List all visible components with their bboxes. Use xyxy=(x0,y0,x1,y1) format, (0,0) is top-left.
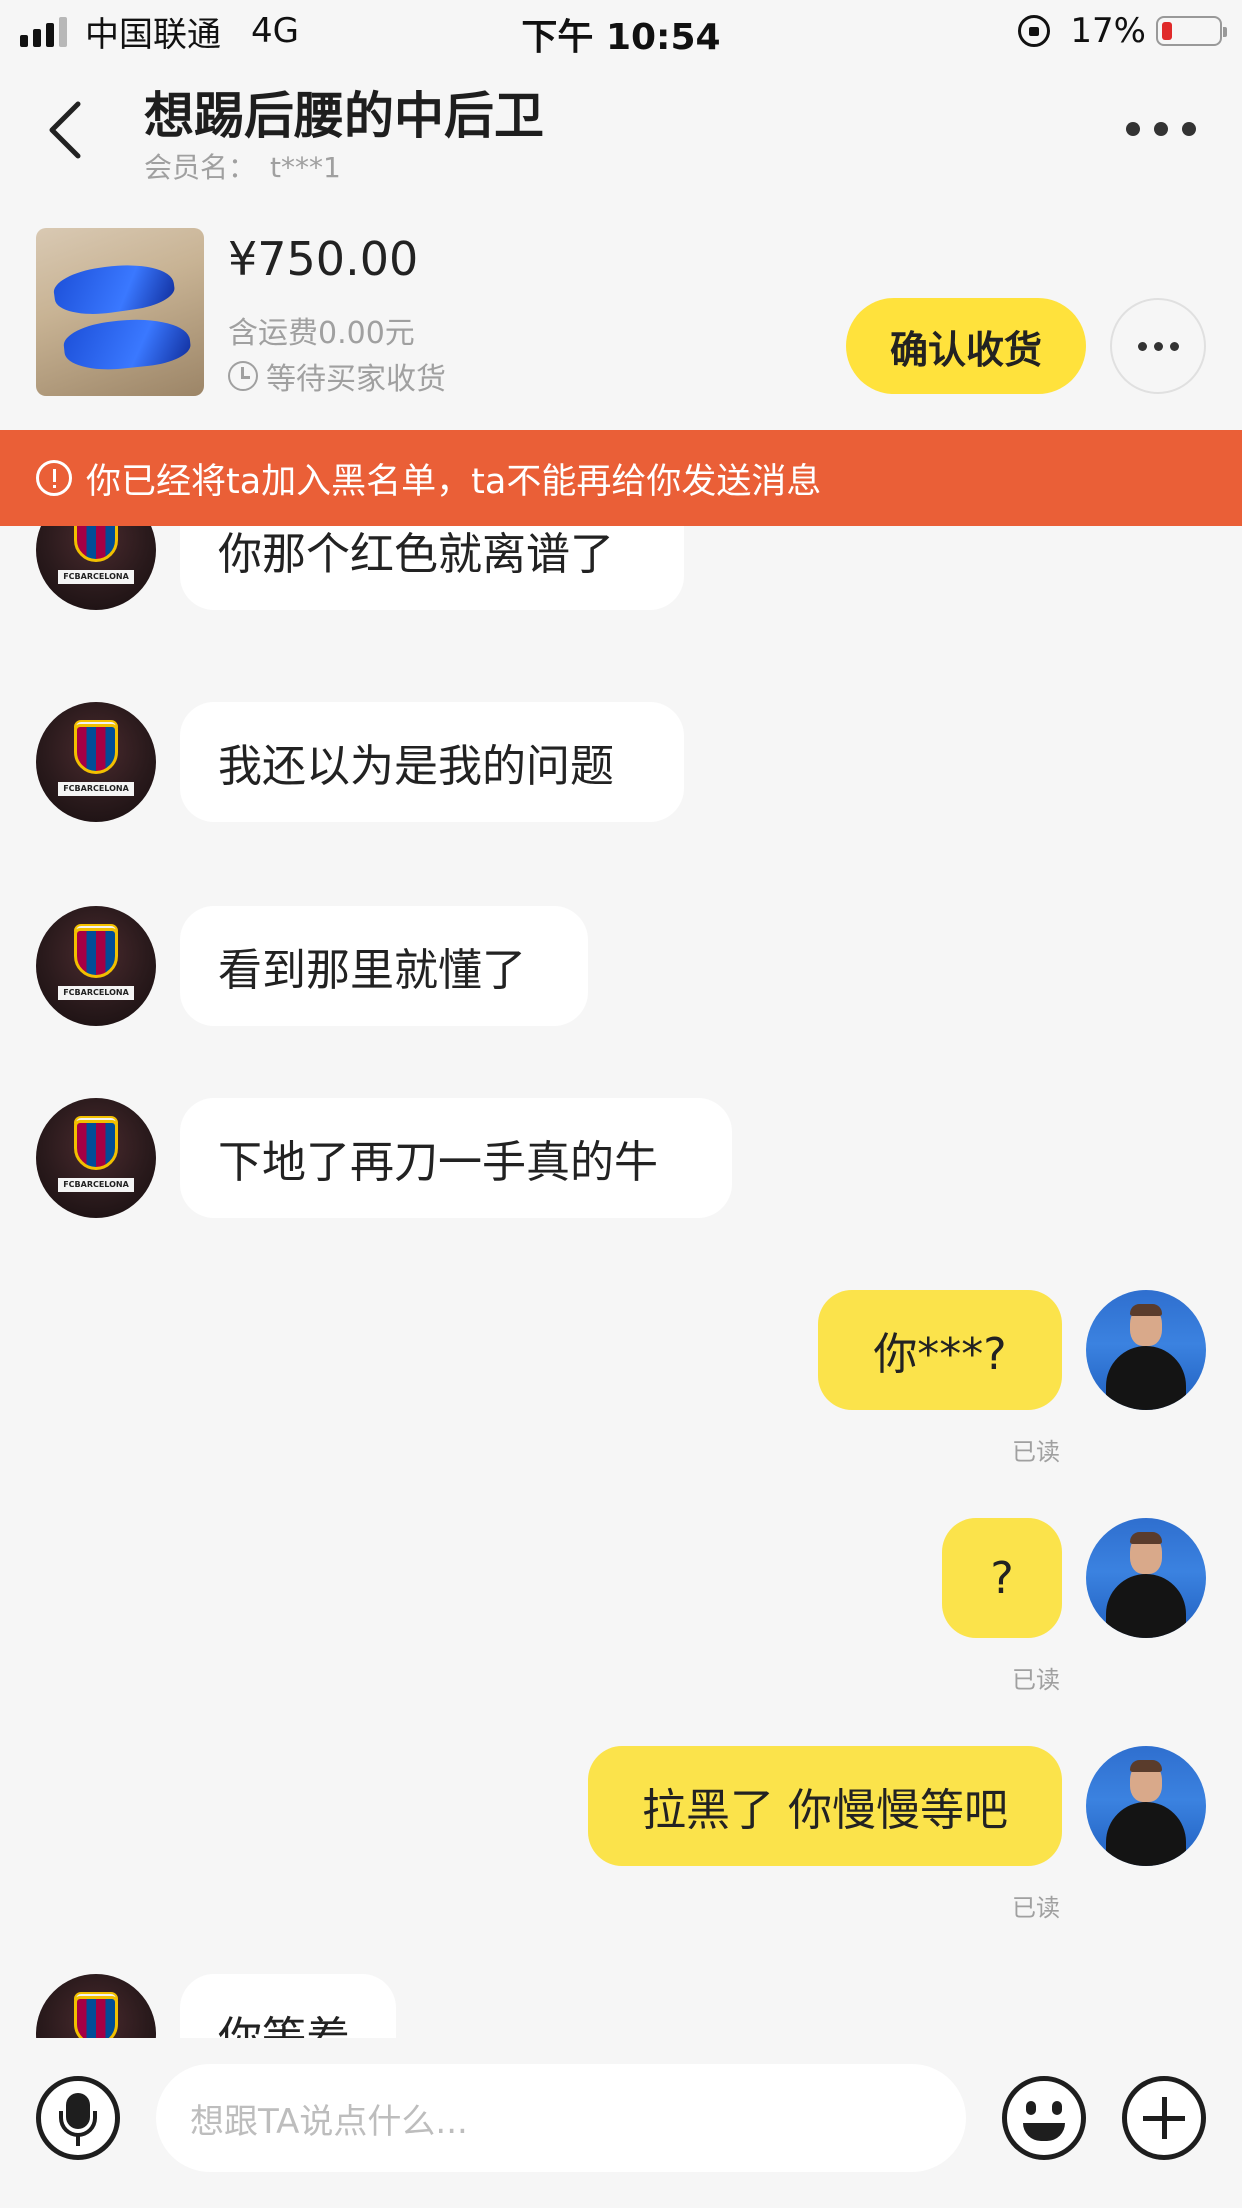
message-in: FCBARCELONA 你等着 xyxy=(0,1974,1242,2038)
blacklist-banner: 你已经将ta加入黑名单，ta不能再给你发送消息 xyxy=(0,430,1242,526)
message-out: 拉黑了 你慢慢等吧 已读 xyxy=(0,1746,1242,1922)
member-label: 会员名： xyxy=(144,151,257,184)
message-bubble[interactable]: 下地了再刀一手真的牛 xyxy=(180,1098,732,1218)
sender-avatar[interactable]: FCBARCELONA xyxy=(36,1974,156,2038)
status-right: 17% xyxy=(1018,8,1227,54)
chat-screen: 中国联通 4G 下午 10:54 17% 想踢后腰的中后卫 会员名： t***1 … xyxy=(0,0,1242,2208)
order-card: ¥750.00 含运费0.00元 等待买家收货 确认收货 xyxy=(0,196,1242,430)
emoji-icon[interactable] xyxy=(1002,2076,1086,2160)
more-options-icon[interactable] xyxy=(1126,114,1196,144)
chat-header: 想踢后腰的中后卫 会员名： t***1 xyxy=(0,62,1242,196)
order-more-button[interactable] xyxy=(1110,298,1206,394)
back-arrow-icon[interactable] xyxy=(46,100,86,160)
chat-title: 想踢后腰的中后卫 xyxy=(144,87,544,145)
sender-avatar[interactable]: FCBARCELONA xyxy=(36,906,156,1026)
status-bar: 中国联通 4G 下午 10:54 17% xyxy=(0,0,1242,62)
my-avatar[interactable] xyxy=(1086,1518,1206,1638)
message-bubble[interactable]: 我还以为是我的问题 xyxy=(180,702,684,822)
battery-percent: 17% xyxy=(1070,11,1146,51)
rotation-lock-icon xyxy=(1018,15,1051,47)
input-bar: 想跟TA说点什么... xyxy=(0,2038,1242,2208)
message-bubble[interactable]: 你***? xyxy=(818,1290,1062,1410)
my-avatar[interactable] xyxy=(1086,1290,1206,1410)
order-status-text: 等待买家收货 xyxy=(266,362,446,397)
banner-text: 你已经将ta加入黑名单，ta不能再给你发送消息 xyxy=(86,461,822,502)
message-out: ? 已读 xyxy=(0,1518,1242,1694)
read-receipt: 已读 xyxy=(1012,1666,1060,1694)
sender-avatar[interactable]: FCBARCELONA xyxy=(36,702,156,822)
order-status: 等待买家收货 xyxy=(228,354,446,398)
clock-icon xyxy=(228,361,258,391)
message-in: FCBARCELONA 下地了再刀一手真的牛 xyxy=(0,1098,1242,1218)
message-bubble[interactable]: ? xyxy=(942,1518,1062,1638)
my-avatar[interactable] xyxy=(1086,1746,1206,1866)
member-name: t***1 xyxy=(270,151,341,184)
battery-icon xyxy=(1156,16,1227,46)
product-thumbnail[interactable] xyxy=(36,228,204,396)
shipping-fee: 含运费0.00元 xyxy=(228,316,415,351)
message-list[interactable]: FCBARCELONA 你那个红色就离谱了 FCBARCELONA 我还以为是我… xyxy=(0,526,1242,2038)
sender-avatar[interactable]: FCBARCELONA xyxy=(36,526,156,610)
message-out: 你***? 已读 xyxy=(0,1290,1242,1466)
message-bubble[interactable]: 拉黑了 你慢慢等吧 xyxy=(588,1746,1062,1866)
message-in: FCBARCELONA 你那个红色就离谱了 xyxy=(0,526,1242,610)
voice-input-icon[interactable] xyxy=(36,2076,120,2160)
warning-icon xyxy=(36,460,72,496)
message-bubble[interactable]: 你等着 xyxy=(180,1974,396,2038)
message-bubble[interactable]: 你那个红色就离谱了 xyxy=(180,526,684,610)
message-input[interactable]: 想跟TA说点什么... xyxy=(156,2064,966,2172)
confirm-receipt-button[interactable]: 确认收货 xyxy=(846,298,1086,394)
read-receipt: 已读 xyxy=(1012,1438,1060,1466)
product-price: ¥750.00 xyxy=(228,232,419,286)
add-attachment-icon[interactable] xyxy=(1122,2076,1206,2160)
message-in: FCBARCELONA 我还以为是我的问题 xyxy=(0,702,1242,834)
sender-avatar[interactable]: FCBARCELONA xyxy=(36,1098,156,1218)
message-bubble[interactable]: 看到那里就懂了 xyxy=(180,906,588,1026)
member-info: 会员名： t***1 xyxy=(144,146,341,186)
message-in: FCBARCELONA 看到那里就懂了 xyxy=(0,906,1242,1026)
read-receipt: 已读 xyxy=(1012,1894,1060,1922)
